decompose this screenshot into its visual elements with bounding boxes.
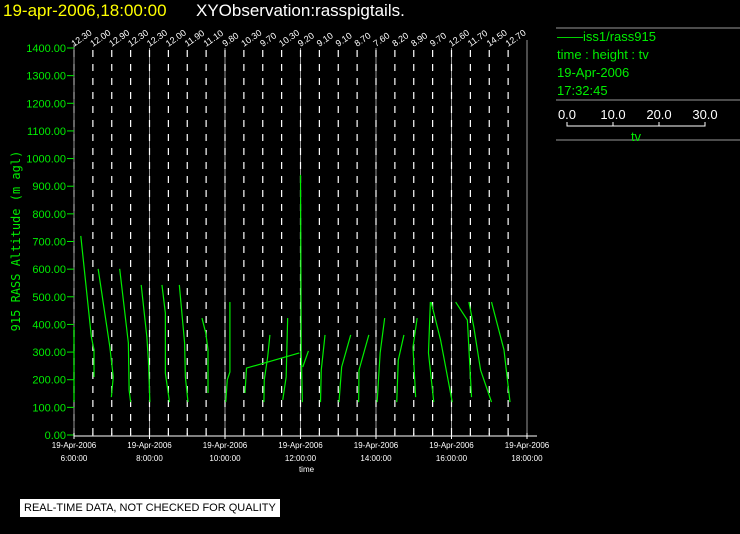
x-tick-time: 8:00:00: [136, 454, 163, 463]
profile-trace: [430, 301, 453, 403]
legend-series: ——iss1/rass915: [557, 29, 656, 44]
x-tick-date: 19-Apr-2006: [52, 441, 97, 450]
legend-series-label: iss1/rass915: [583, 29, 656, 44]
x-tick-date: 19-Apr-2006: [429, 441, 474, 450]
profile-trace: [302, 350, 309, 368]
legend-scale-tick-label: 30.0: [692, 107, 717, 122]
profile-trace: [358, 334, 370, 403]
x-tick-time: 12:00:00: [285, 454, 317, 463]
x-tick-time: 16:00:00: [436, 454, 468, 463]
profile-trace: [455, 301, 473, 398]
legend-scale-bar: [566, 122, 706, 127]
profile-label: 8.90: [409, 30, 429, 48]
x-tick-time: 10:00:00: [209, 454, 241, 463]
y-tick-label: 1400.00: [26, 43, 66, 55]
profile-trace: [490, 301, 511, 403]
legend-date: 19-Apr-2006: [557, 65, 630, 80]
legend-scale-tick-label: 10.0: [600, 107, 625, 122]
legend-line-icon: ——: [557, 29, 583, 44]
legend-scale-tick-label: 20.0: [646, 107, 671, 122]
profile-label: 12.70: [504, 28, 528, 49]
chart: 12.3012.0012.9012.3012.3012.0011.9011.10…: [9, 27, 740, 474]
x-tick-date: 19-Apr-2006: [278, 441, 323, 450]
profile-trace: [412, 317, 418, 398]
profile-trace: [282, 318, 289, 400]
profile-trace: [225, 302, 231, 403]
profile-trace: [338, 334, 352, 403]
profile-label: 8.20: [390, 30, 410, 48]
y-tick-label: 500.00: [32, 292, 66, 304]
profile-trace: [263, 334, 271, 403]
legend-scale-label: tv: [631, 129, 642, 144]
y-tick-label: 100.00: [32, 402, 66, 414]
legend-variables: time : height : tv: [557, 47, 649, 62]
x-tick-date: 19-Apr-2006: [203, 441, 248, 450]
y-tick-label: 900.00: [32, 181, 66, 193]
legend-scale-tick-label: 0.0: [558, 107, 576, 122]
profile-trace: [319, 334, 326, 403]
y-tick-label: 1300.00: [26, 71, 66, 83]
profile-trace: [97, 268, 114, 398]
profile-label: 9.80: [220, 30, 240, 48]
profile-label: 9.10: [315, 30, 335, 48]
y-tick-label: 300.00: [32, 347, 66, 359]
legend-time: 17:32:45: [557, 83, 608, 98]
profile-label: 7.60: [371, 30, 391, 48]
profile-label: 9.10: [334, 30, 354, 48]
x-tick-time: 6:00:00: [61, 454, 88, 463]
profile-trace: [468, 301, 493, 403]
y-tick-label: 800.00: [32, 209, 66, 221]
profile-trace: [201, 317, 209, 393]
x-tick-time: 18:00:00: [511, 454, 543, 463]
y-tick-label: 200.00: [32, 375, 66, 387]
profile-trace: [396, 334, 405, 403]
profile-trace: [244, 352, 300, 394]
profile-label: 11.10: [202, 28, 226, 49]
profile-label: 11.70: [466, 28, 490, 49]
y-axis-label: 915 RASS Altitude (m agl): [9, 151, 23, 332]
y-tick-label: 1100.00: [27, 126, 66, 138]
y-tick-label: 700.00: [32, 237, 66, 249]
y-tick-label: 400.00: [32, 319, 66, 331]
profile-trace: [119, 268, 132, 403]
x-tick-date: 19-Apr-2006: [127, 441, 172, 450]
profile-label: 9.70: [428, 30, 448, 48]
profile-trace: [140, 284, 151, 403]
x-tick-date: 19-Apr-2006: [505, 441, 550, 450]
x-axis-label: time: [299, 465, 315, 474]
profile-label: 11.90: [183, 28, 207, 49]
profile-label: 8.70: [353, 30, 373, 48]
x-tick-date: 19-Apr-2006: [354, 441, 399, 450]
profile-trace: [80, 235, 95, 377]
profile-trace: [376, 317, 386, 403]
y-tick-label: 1200.00: [26, 98, 66, 110]
y-tick-label: 600.00: [32, 264, 66, 276]
quality-disclaimer: REAL-TIME DATA, NOT CHECKED FOR QUALITY: [20, 499, 280, 517]
y-tick-label: 1000.00: [26, 154, 66, 166]
x-tick-time: 14:00:00: [360, 454, 392, 463]
